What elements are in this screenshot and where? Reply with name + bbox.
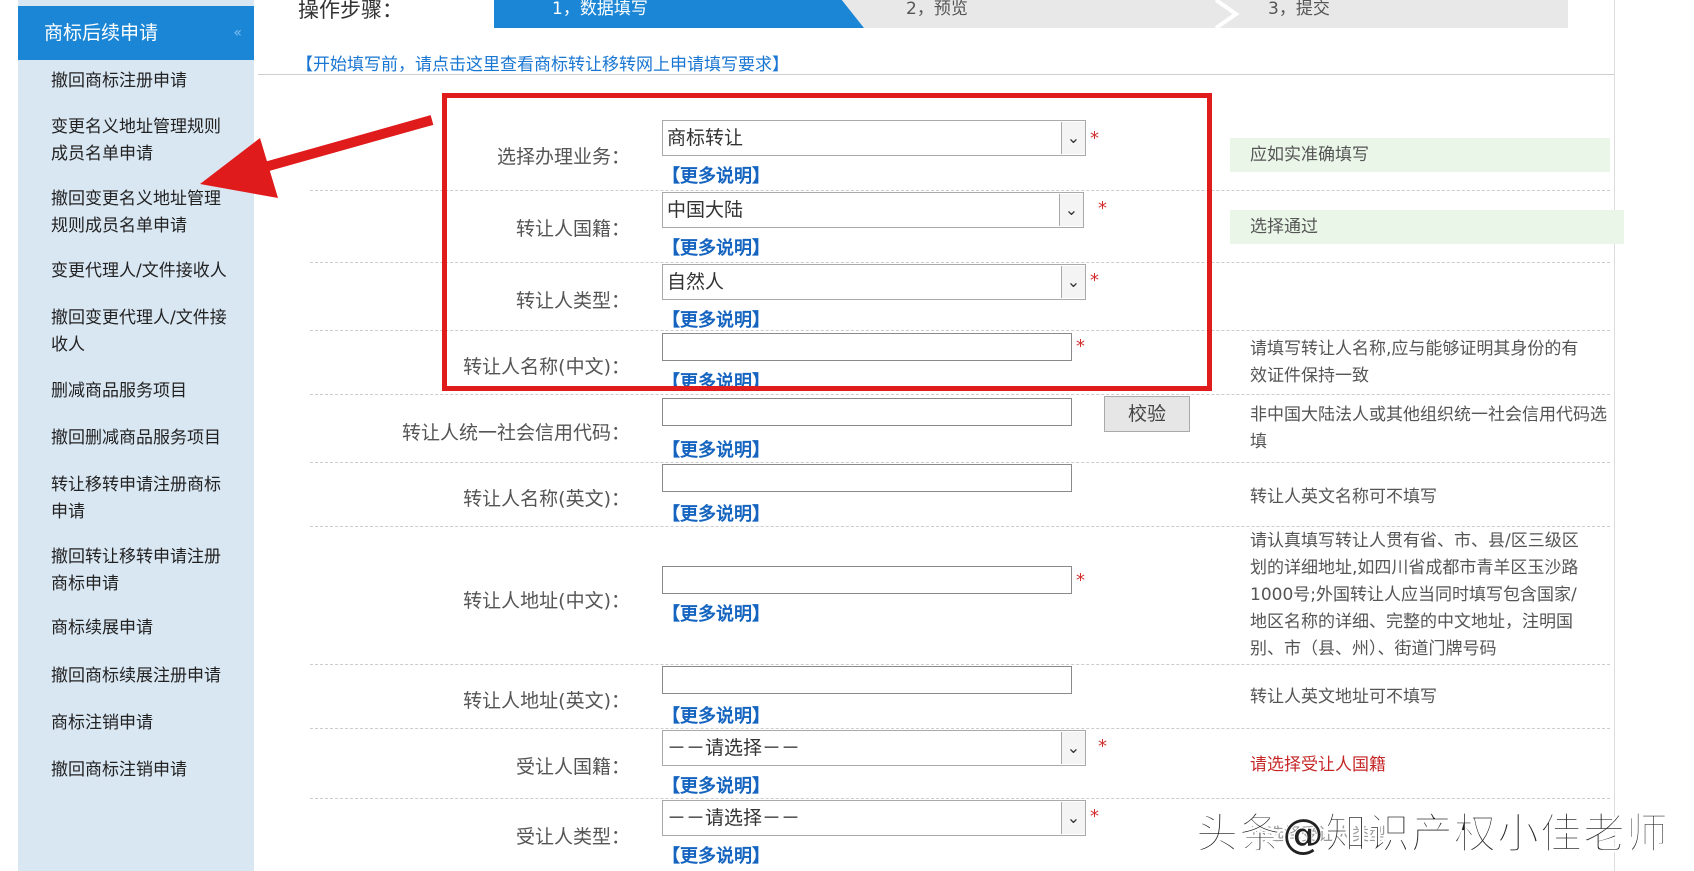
- sidebar-item-change-agent[interactable]: 变更代理人/文件接收人: [51, 258, 251, 285]
- assignee-type-label: 受让人类型：: [515, 826, 630, 848]
- more-info-link[interactable]: 【更多说明】: [662, 436, 770, 462]
- transferor-name-en-input[interactable]: [662, 464, 1072, 492]
- assignee-nationality-label: 受让人国籍：: [515, 756, 630, 778]
- steps-label: 操作步骤：: [298, 0, 403, 22]
- step-separator-icon: [1214, 0, 1240, 28]
- assignee-nationality-select[interactable]: －－请选择－－ ⌄: [662, 730, 1086, 766]
- divider: [258, 74, 1614, 75]
- sidebar-item-withdraw-registration[interactable]: 撤回商标注册申请: [51, 68, 251, 95]
- sidebar-item-withdraw-change-agent[interactable]: 撤回变更代理人/文件接 收人: [51, 305, 251, 359]
- more-info-link[interactable]: 【更多说明】: [662, 702, 770, 728]
- sidebar-item-withdraw-reduce-goods[interactable]: 撤回删减商品服务项目: [51, 425, 251, 452]
- row-divider: [310, 798, 1610, 799]
- business-hint: 应如实准确填写: [1250, 145, 1369, 165]
- transferor-address-en-hint: 转让人英文地址可不填写: [1250, 687, 1437, 707]
- required-star: *: [1098, 736, 1107, 757]
- sidebar-item-withdraw-cancellation[interactable]: 撤回商标注销申请: [51, 757, 251, 784]
- credit-code-input[interactable]: [662, 398, 1072, 426]
- chevron-down-icon: ⌄: [1061, 732, 1085, 764]
- sidebar-item-cancellation[interactable]: 商标注销申请: [51, 710, 251, 737]
- step-1: 1，数据填写: [552, 0, 648, 19]
- row-divider: [310, 664, 1610, 665]
- watermark: 头条@知识产权小佳老师: [1195, 809, 1670, 859]
- row-divider: [310, 394, 1610, 395]
- sidebar-item-reduce-goods[interactable]: 删减商品服务项目: [51, 378, 251, 405]
- sidebar-item-withdraw-renewal[interactable]: 撤回商标续展注册申请: [51, 663, 251, 690]
- transferor-name-en-hint: 转让人英文名称可不填写: [1250, 487, 1437, 507]
- transferor-name-en-label: 转让人名称(英文)：: [463, 488, 630, 510]
- step-active-bg: [494, 0, 864, 28]
- transferor-address-cn-label: 转让人地址(中文)：: [463, 590, 630, 612]
- required-star: *: [1090, 806, 1099, 827]
- row-divider: [310, 462, 1610, 463]
- transferor-address-cn-hint: 请认真填写转让人贯有省、市、县/区三级区 划的详细地址,如四川省成都市青羊区玉沙…: [1250, 531, 1579, 659]
- more-info-link[interactable]: 【更多说明】: [662, 600, 770, 626]
- sidebar-title: 商标后续申请: [44, 22, 159, 44]
- row-divider: [310, 728, 1610, 729]
- assignee-type-select[interactable]: －－请选择－－ ⌄: [662, 800, 1086, 836]
- nationality-hint: 选择通过: [1250, 217, 1318, 237]
- credit-code-hint: 非中国大陆法人或其他组织统一社会信用代码选 填: [1250, 405, 1607, 452]
- step-3: 3，提交: [1268, 0, 1330, 19]
- required-star: *: [1076, 570, 1085, 591]
- chevron-down-icon: ⌄: [1061, 802, 1085, 834]
- sidebar-header[interactable]: 商标后续申请 «: [18, 6, 254, 60]
- transferor-address-en-label: 转让人地址(英文)：: [463, 690, 630, 712]
- assignee-nationality-hint: 请选择受让人国籍: [1250, 755, 1386, 775]
- sidebar-item-renewal[interactable]: 商标续展申请: [51, 615, 251, 642]
- transferor-name-cn-hint: 请填写转让人名称,应与能够证明其身份的有 效证件保持一致: [1250, 339, 1579, 386]
- divider: [1614, 0, 1615, 871]
- more-info-link[interactable]: 【更多说明】: [662, 842, 770, 868]
- transferor-address-cn-input[interactable]: [662, 566, 1072, 594]
- verify-button[interactable]: 校验: [1104, 396, 1190, 432]
- transferor-address-en-input[interactable]: [662, 666, 1072, 694]
- more-info-link[interactable]: 【更多说明】: [662, 500, 770, 526]
- collapse-icon[interactable]: «: [233, 6, 242, 60]
- step-2: 2，预览: [906, 0, 968, 19]
- sidebar-item-withdraw-transfer[interactable]: 撤回转让移转申请注册 商标申请: [51, 544, 251, 598]
- credit-code-label: 转让人统一社会信用代码：: [401, 422, 630, 444]
- sidebar-item-transfer[interactable]: 转让移转申请注册商标 申请: [51, 472, 251, 526]
- highlight-box: [442, 93, 1212, 391]
- fill-requirements-link[interactable]: 【开始填写前，请点击这里查看商标转让移转网上申请填写要求】: [296, 50, 789, 75]
- row-divider: [310, 526, 1610, 527]
- more-info-link[interactable]: 【更多说明】: [662, 772, 770, 798]
- annotation-arrow-icon: [200, 115, 434, 198]
